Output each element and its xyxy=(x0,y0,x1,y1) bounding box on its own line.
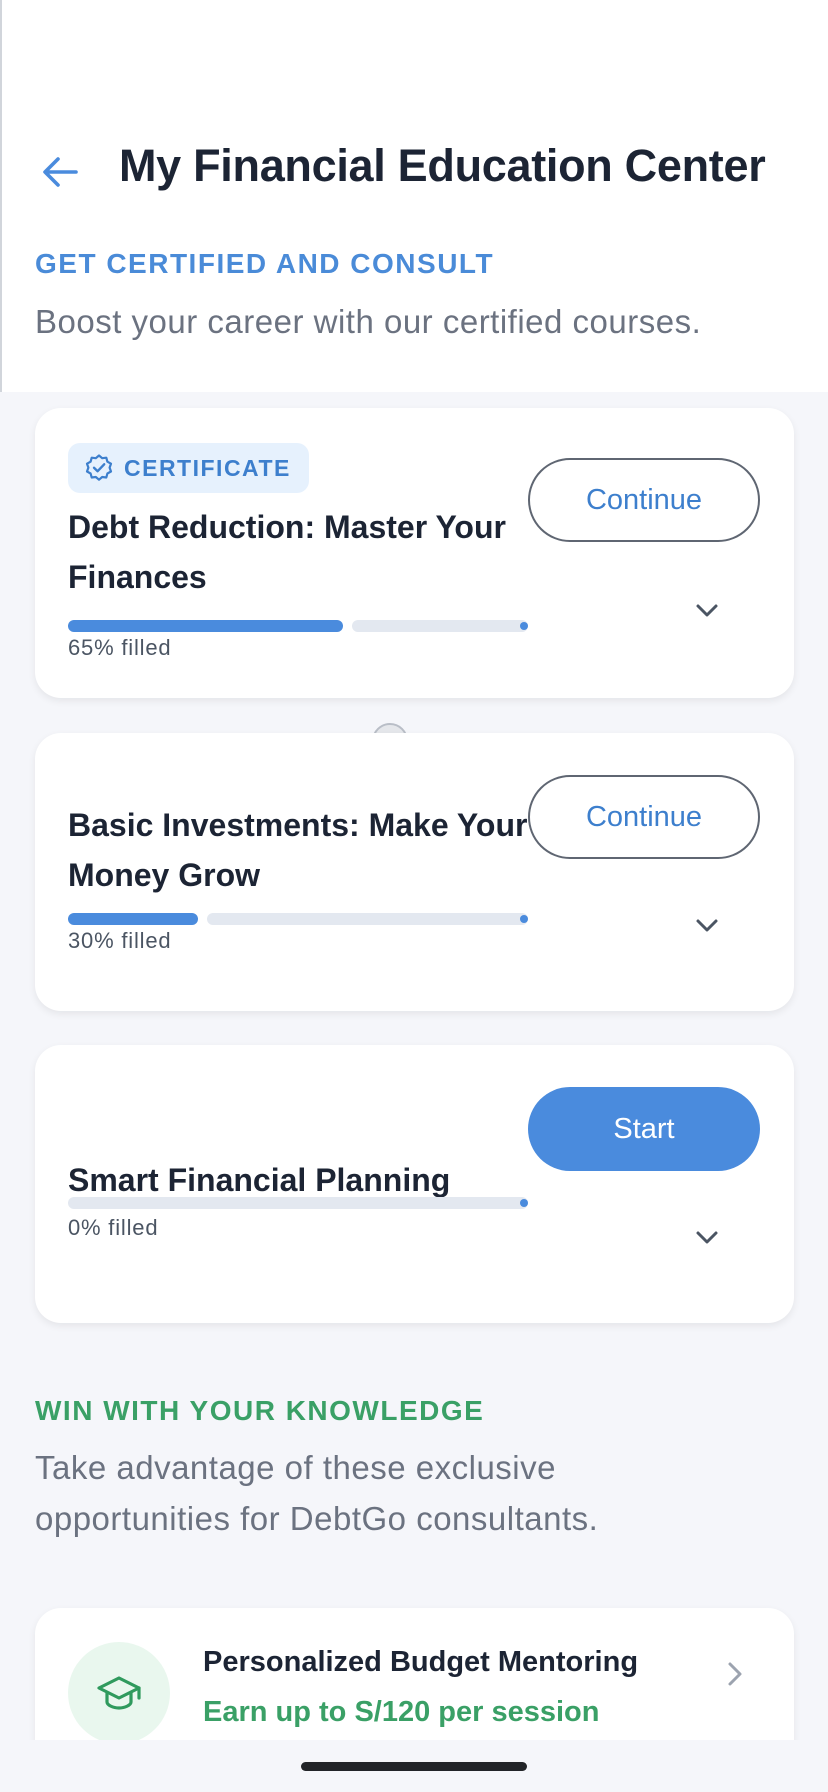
certificate-label: CERTIFICATE xyxy=(124,454,291,481)
chevron-down-icon[interactable] xyxy=(691,909,723,941)
opportunity-title: Personalized Budget Mentoring xyxy=(203,1646,639,1678)
progress-remaining xyxy=(352,620,528,632)
course-card[interactable]: CERTIFICATE Debt Reduction: Master Your … xyxy=(35,408,794,698)
section-label-certified: GET CERTIFIED AND CONSULT xyxy=(35,248,495,279)
progress-fill xyxy=(68,620,343,632)
opportunity-icon-circle xyxy=(68,1642,170,1744)
chevron-down-icon[interactable] xyxy=(691,1221,723,1253)
progress-remaining xyxy=(68,1197,528,1209)
continue-button[interactable]: Continue xyxy=(528,458,760,542)
progress-remaining xyxy=(207,913,528,925)
graduation-cap-icon xyxy=(97,1676,141,1710)
progress-label: 0% filled xyxy=(68,1215,159,1240)
progress-fill xyxy=(68,913,198,925)
progress-bar xyxy=(68,620,528,632)
home-indicator[interactable] xyxy=(301,1762,527,1771)
progress-bar xyxy=(68,913,528,925)
opportunity-card[interactable]: Personalized Budget Mentoring Earn up to… xyxy=(35,1608,794,1748)
screen-edge xyxy=(0,0,2,392)
opportunity-earnings: Earn up to S/120 per session xyxy=(203,1696,600,1728)
chevron-right-icon xyxy=(728,1662,742,1686)
verified-badge-icon xyxy=(85,454,113,481)
section-label-knowledge: WIN WITH YOUR KNOWLEDGE xyxy=(35,1395,485,1426)
progress-label: 65% filled xyxy=(68,635,172,660)
section-subtitle-certified: Boost your career with our certified cou… xyxy=(35,303,702,340)
course-title: Debt Reduction: Master Your Finances xyxy=(68,509,506,595)
course-card[interactable]: Basic Investments: Make Your Money Grow … xyxy=(35,733,794,1011)
page-title: My Financial Education Center xyxy=(119,140,766,191)
progress-end-dot xyxy=(520,622,528,630)
progress-bar xyxy=(68,1197,528,1209)
progress-end-dot xyxy=(520,915,528,923)
course-card[interactable]: Smart Financial Planning 0% filled Start xyxy=(35,1045,794,1323)
progress-end-dot xyxy=(520,1199,528,1207)
section-subtitle-knowledge: Take advantage of these exclusive opport… xyxy=(35,1449,599,1537)
continue-button[interactable]: Continue xyxy=(528,775,760,859)
progress-label: 30% filled xyxy=(68,928,172,953)
course-title: Basic Investments: Make Your Money Grow xyxy=(68,807,528,893)
certificate-badge: CERTIFICATE xyxy=(68,443,309,493)
back-arrow-icon[interactable] xyxy=(38,150,82,194)
chevron-down-icon[interactable] xyxy=(691,594,723,626)
start-button[interactable]: Start xyxy=(528,1087,760,1171)
